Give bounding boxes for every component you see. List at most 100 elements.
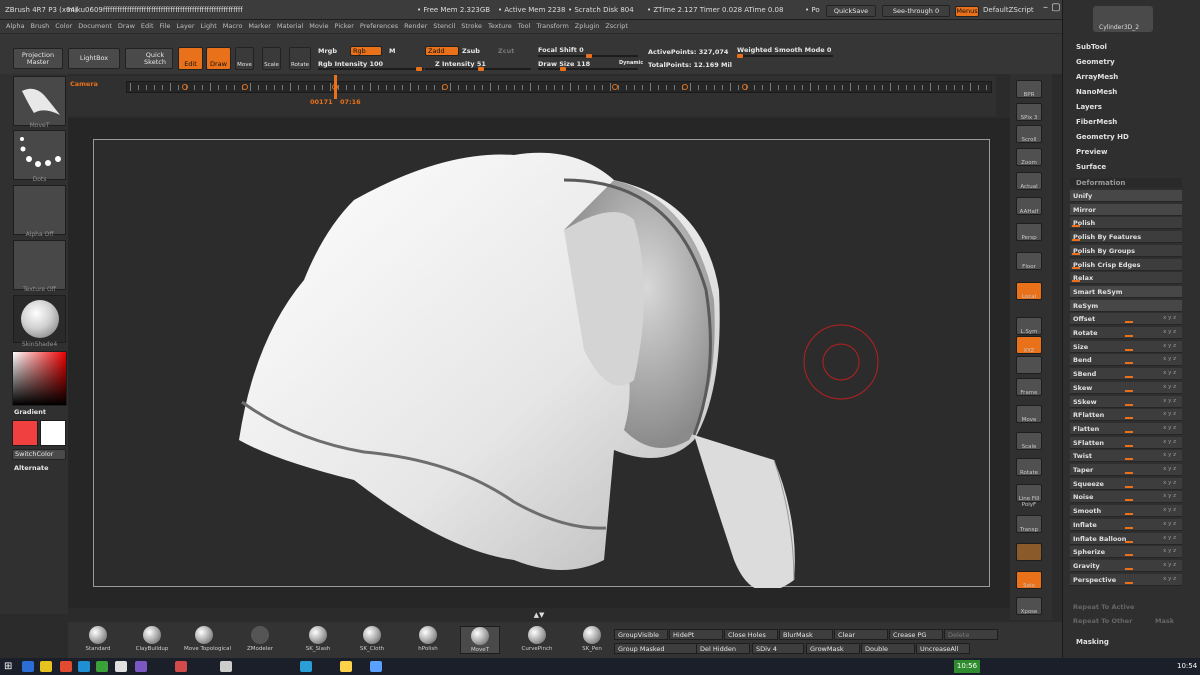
hide-pt-button[interactable]: HidePt [669, 629, 723, 640]
group-visible-button[interactable]: GroupVisible [614, 629, 668, 640]
axis-toggle[interactable]: x y z [1163, 466, 1176, 472]
timeline-keyframe[interactable] [442, 84, 448, 90]
rgb-button[interactable]: Rgb [350, 46, 382, 56]
tool-thumbnail[interactable]: Cylinder3D_2 [1093, 6, 1153, 32]
menu-material[interactable]: Material [277, 20, 303, 33]
deformation-rflatten[interactable]: RFlatten x y z [1070, 409, 1182, 422]
deformation-polish-by-features[interactable]: Polish By Features [1070, 231, 1182, 244]
m-button[interactable]: M [389, 47, 395, 55]
weighted-smooth-slider[interactable]: Weighted Smooth Mode 0 [737, 46, 831, 54]
tray-surface[interactable]: Surface [1076, 163, 1106, 171]
axis-toggle[interactable]: x y z [1163, 384, 1176, 390]
axis-toggle[interactable]: x y z [1163, 562, 1176, 568]
del-hidden-button[interactable]: Del Hidden [696, 643, 750, 654]
deformation-slider-knob[interactable] [1125, 458, 1133, 461]
deformation-inflate[interactable]: Inflate x y z [1070, 518, 1182, 531]
taskbar-app-icon[interactable] [96, 661, 108, 672]
clock-badge[interactable]: 10:56 [954, 660, 980, 673]
right-shelf-icon-button[interactable] [1016, 356, 1042, 374]
brush-sk-slash[interactable]: SK_Slash [298, 626, 338, 652]
menus-button[interactable]: Menus [955, 6, 979, 17]
rgb-intensity-slider[interactable]: Rgb Intensity 100 [318, 60, 383, 68]
mask-button[interactable]: Mask [1155, 617, 1174, 625]
tray-fibermesh[interactable]: FiberMesh [1076, 118, 1117, 126]
tray-arraymesh[interactable]: ArrayMesh [1076, 73, 1118, 81]
deformation-header[interactable]: Deformation [1070, 178, 1182, 188]
weighted-smooth-track[interactable] [737, 54, 833, 58]
deformation-resym[interactable]: ReSym [1070, 299, 1182, 312]
deformation-slider-knob[interactable] [1072, 252, 1080, 255]
tray-preview[interactable]: Preview [1076, 148, 1108, 156]
secondary-color-swatch[interactable] [40, 420, 66, 446]
brush-sk-pen[interactable]: SK_Pen [572, 626, 612, 652]
taskbar-app-icon[interactable] [220, 661, 232, 672]
menu-texture[interactable]: Texture [488, 20, 512, 33]
grow-mask-button[interactable]: GrowMask [806, 643, 860, 654]
axis-toggle[interactable]: x y z [1163, 398, 1176, 404]
deformation-slider-knob[interactable] [1125, 335, 1133, 337]
deformation-sskew[interactable]: SSkew x y z [1070, 395, 1182, 408]
menu-file[interactable]: File [160, 20, 171, 33]
deformation-perspective[interactable]: Perspective x y z [1070, 573, 1182, 586]
delete-button[interactable]: Delete [944, 629, 998, 640]
document-canvas[interactable] [93, 139, 991, 588]
deformation-smart-resym[interactable]: Smart ReSym [1070, 285, 1182, 298]
menu-draw[interactable]: Draw [118, 20, 135, 33]
deformation-slider-knob[interactable] [1072, 280, 1080, 283]
brush-hpolish[interactable]: hPolish [408, 626, 448, 652]
brush-movet[interactable]: MoveT [460, 626, 500, 654]
focal-shift-slider[interactable]: Focal Shift 0 [538, 46, 584, 54]
deformation-gravity[interactable]: Gravity x y z [1070, 559, 1182, 572]
menu-brush[interactable]: Brush [30, 20, 49, 33]
crease-pg-button[interactable]: Crease PG [889, 629, 943, 640]
tray-geometry-hd[interactable]: Geometry HD [1076, 133, 1129, 141]
deformation-slider-knob[interactable] [1072, 239, 1080, 242]
timeline-keyframe[interactable] [742, 84, 748, 90]
sdiv-slider[interactable]: SDiv 4 [752, 643, 804, 654]
deformation-slider-knob[interactable] [1125, 321, 1133, 324]
deformation-sbend[interactable]: SBend x y z [1070, 368, 1182, 381]
deformation-size[interactable]: Size x y z [1070, 340, 1182, 353]
deformation-slider-knob[interactable] [1125, 526, 1133, 529]
timeline-keyframe[interactable] [682, 84, 688, 90]
deformation-slider-knob[interactable] [1125, 499, 1133, 502]
tray-nanomesh[interactable]: NanoMesh [1076, 88, 1117, 96]
menu-preferences[interactable]: Preferences [360, 20, 398, 33]
clear-mask-button[interactable]: Clear [834, 629, 888, 640]
switch-color-button[interactable]: SwitchColor [12, 449, 66, 460]
menu-layer[interactable]: Layer [176, 20, 194, 33]
deformation-slider-knob[interactable] [1125, 430, 1133, 433]
taskbar-app-icon[interactable] [78, 661, 90, 672]
taskbar-app-icon[interactable] [370, 661, 382, 672]
brush-claybuildup[interactable]: ClayBuildup [132, 626, 172, 652]
menu-macro[interactable]: Macro [223, 20, 243, 33]
draw-size-track[interactable] [538, 67, 638, 71]
alpha-selector[interactable] [13, 185, 66, 235]
deformation-sflatten[interactable]: SFlatten x y z [1070, 436, 1182, 449]
deformation-slider-knob[interactable] [1125, 581, 1133, 584]
draw-button[interactable]: Draw [206, 47, 231, 70]
repeat-to-active[interactable]: Repeat To Active [1073, 603, 1134, 611]
shelf-toggle-icon[interactable]: ▲▼ [530, 612, 548, 619]
tray-layers[interactable]: Layers [1076, 103, 1102, 111]
axis-toggle[interactable]: x y z [1163, 507, 1176, 513]
zcut-button[interactable]: Zcut [498, 47, 514, 55]
timeline-keyframe[interactable] [332, 84, 338, 90]
menu-alpha[interactable]: Alpha [6, 20, 24, 33]
group-masked-button[interactable]: Group Masked [614, 643, 698, 654]
color-picker[interactable] [12, 351, 67, 406]
repeat-to-other[interactable]: Repeat To Other [1073, 617, 1132, 625]
deformation-slider-knob[interactable] [1072, 225, 1080, 228]
deformation-slider-knob[interactable] [1125, 567, 1133, 570]
menu-zplugin[interactable]: Zplugin [575, 20, 600, 33]
deformation-inflate-balloon[interactable]: Inflate Balloon x y z [1070, 532, 1182, 545]
menu-tool[interactable]: Tool [518, 20, 531, 33]
lightbox-button[interactable]: LightBox [68, 48, 120, 69]
menu-movie[interactable]: Movie [309, 20, 328, 33]
deformation-slider-knob[interactable] [1125, 472, 1133, 474]
menu-stroke[interactable]: Stroke [461, 20, 482, 33]
move-mode-button[interactable]: Move [235, 47, 254, 70]
mrgb-button[interactable]: Mrgb [318, 47, 337, 55]
hood-model[interactable] [94, 140, 991, 588]
z-intensity-track[interactable] [425, 67, 531, 71]
